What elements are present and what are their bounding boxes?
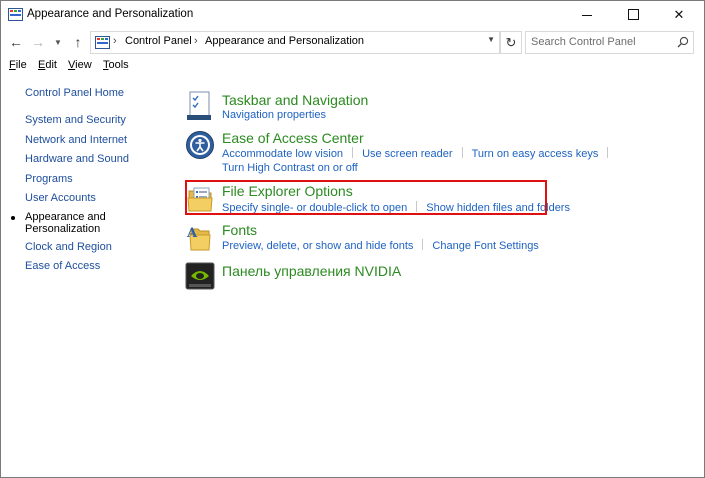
minimize-icon [582,15,592,16]
menu-tools[interactable]: Tools [103,59,129,71]
link-separator [461,147,463,158]
highlight-box [185,180,547,215]
menu-view[interactable]: View [68,59,92,71]
close-button[interactable]: ✕ [656,1,702,28]
arrow-right-icon: → [31,34,45,50]
link-separator [352,147,354,158]
chevron-down-icon: ▼ [54,37,62,47]
maximize-button[interactable] [610,1,656,28]
forward-button[interactable]: → [29,33,47,51]
breadcrumb-chevron-icon[interactable]: › [194,35,198,47]
back-button[interactable]: ← [7,33,25,51]
category-links: Accommodate low vision Use screen reader T… [222,147,617,160]
breadcrumb-chevron-icon[interactable]: › [113,35,117,47]
menu-edit[interactable]: Edit [38,59,57,71]
svg-text:A: A [186,226,198,241]
breadcrumb-appearance[interactable]: Appearance and Personalization [205,35,364,47]
up-button[interactable]: ↑ [69,33,87,51]
sidebar-item-control-panel-home[interactable]: Control Panel Home [25,87,124,100]
category-title[interactable]: Fonts [222,222,257,238]
sidebar-item-appearance-line2: Personalization [25,223,101,235]
category-links-row2: Turn High Contrast on or off [222,162,358,174]
link-separator [422,239,424,250]
ease-of-access-icon [186,131,214,159]
close-icon: ✕ [673,6,685,22]
current-page-bullet-icon [11,216,15,220]
category-title[interactable]: Taskbar and Navigation [222,92,368,108]
address-history-chevron-icon[interactable]: ▼ [487,35,495,44]
link-accommodate-low-vision[interactable]: Accommodate low vision [222,148,343,160]
sidebar-item-network-internet[interactable]: Network and Internet [25,134,127,147]
address-bar[interactable]: › Control Panel › Appearance and Persona… [90,31,500,54]
title-bar[interactable]: Appearance and Personalization ✕ [1,1,704,28]
search-input[interactable] [531,34,671,49]
category-title[interactable]: Ease of Access Center [222,130,364,146]
search-icon[interactable] [677,36,689,48]
sidebar-item-clock-region[interactable]: Clock and Region [25,241,112,254]
refresh-icon: ↻ [505,34,517,50]
navigation-row: ← → ▼ ↑ › Control Panel › Appearance and… [1,30,704,54]
window-title: Appearance and Personalization [27,8,194,20]
refresh-button[interactable]: ↻ [500,31,522,54]
link-separator [607,147,609,158]
control-panel-icon [8,8,23,21]
category-title[interactable]: Панель управления NVIDIA [222,263,401,279]
category-links: Preview, delete, or show and hide fonts C… [222,239,539,252]
sidebar-item-hardware-sound[interactable]: Hardware and Sound [25,153,129,166]
control-panel-window: Appearance and Personalization ✕ ← → ▼ ↑… [0,0,705,478]
category-links: Navigation properties [222,109,326,121]
fonts-folder-icon: A [186,226,211,251]
sidebar-item-programs[interactable]: Programs [25,173,73,186]
recent-locations-button[interactable]: ▼ [52,33,64,51]
link-change-font-settings[interactable]: Change Font Settings [432,240,538,252]
maximize-icon [627,9,639,20]
arrow-up-icon: ↑ [74,34,82,50]
nvidia-icon [185,262,215,290]
control-panel-icon [95,36,110,49]
link-navigation-properties[interactable]: Navigation properties [222,109,326,121]
link-use-screen-reader[interactable]: Use screen reader [362,148,453,160]
link-high-contrast[interactable]: Turn High Contrast on or off [222,162,358,174]
sidebar-item-system-security[interactable]: System and Security [25,114,126,127]
arrow-left-icon: ← [9,34,23,50]
link-preview-fonts[interactable]: Preview, delete, or show and hide fonts [222,240,413,252]
link-easy-access-keys[interactable]: Turn on easy access keys [472,148,599,160]
search-box[interactable] [525,31,694,54]
sidebar-item-ease-of-access[interactable]: Ease of Access [25,260,100,273]
menu-file[interactable]: File [9,59,27,71]
sidebar-item-user-accounts[interactable]: User Accounts [25,192,96,205]
menu-bar: File Edit View Tools [1,56,704,75]
taskbar-icon [187,91,211,120]
breadcrumb-control-panel[interactable]: Control Panel [125,35,192,47]
minimize-button[interactable] [564,1,610,28]
